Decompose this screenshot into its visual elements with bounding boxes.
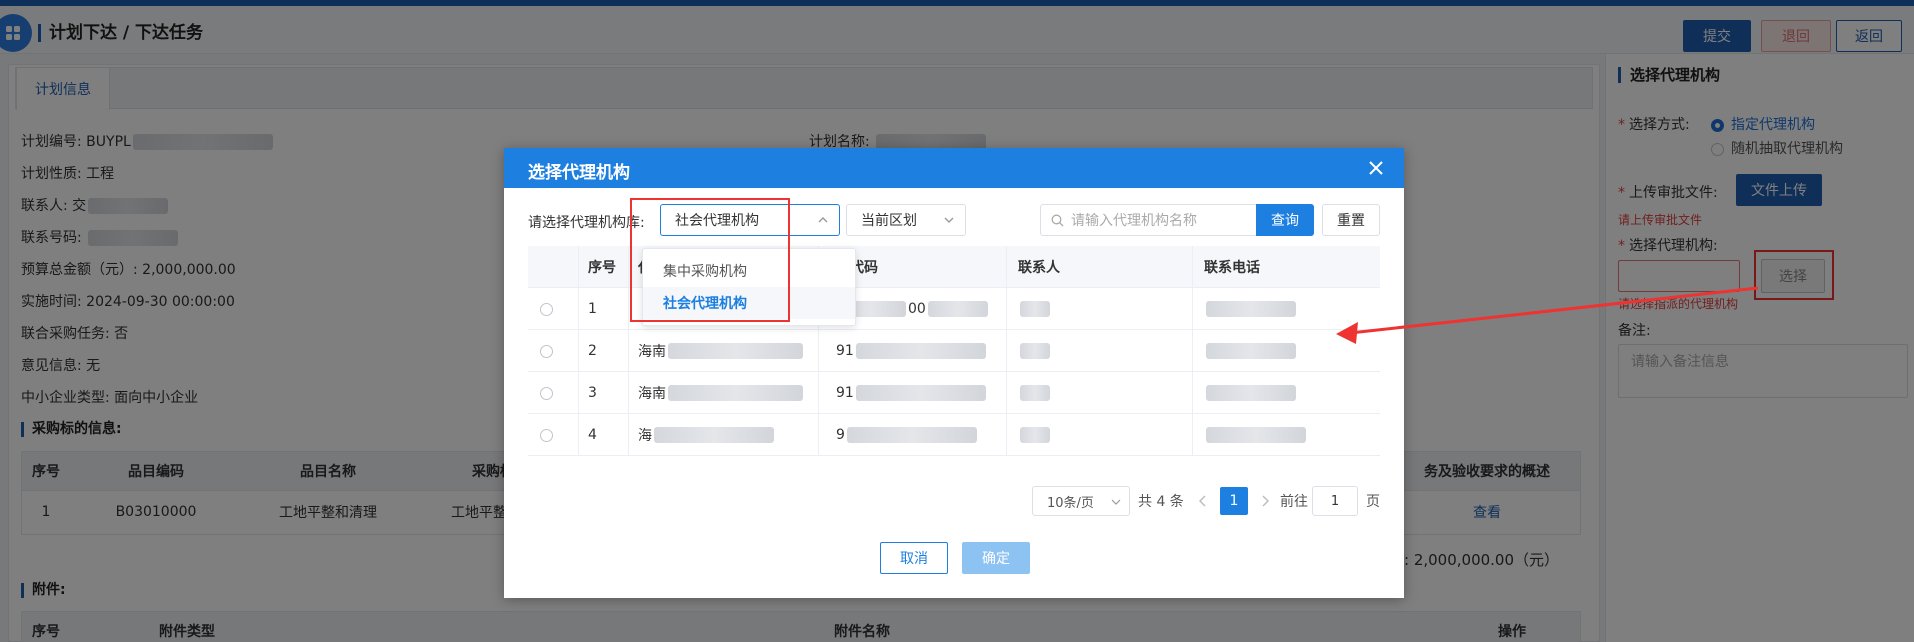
- cancel-button[interactable]: 取消: [880, 542, 948, 574]
- th-no: 序号: [588, 259, 616, 276]
- row-contact: [1018, 288, 1050, 330]
- next-page-icon[interactable]: [1260, 494, 1270, 508]
- row-no: 2: [588, 343, 597, 359]
- dialog-title: 选择代理机构: [528, 163, 630, 183]
- row-phone: [1204, 288, 1296, 330]
- row-phone: [1204, 372, 1296, 414]
- row-radio[interactable]: [540, 330, 553, 372]
- row-credit: 91: [836, 372, 986, 414]
- chevron-down-icon: [1111, 499, 1121, 505]
- region-value: 当前区划: [861, 213, 917, 229]
- row-code: 海南: [638, 330, 803, 372]
- query-button[interactable]: 查询: [1256, 204, 1314, 236]
- column-divider: [1006, 246, 1007, 456]
- radio-icon[interactable]: [540, 344, 553, 358]
- column-divider: [628, 246, 629, 456]
- row-credit-text: 00: [908, 301, 926, 317]
- pager-total: 共 4 条: [1138, 494, 1184, 510]
- annotation-box: [630, 198, 790, 322]
- select-agency-dialog: 选择代理机构 请选择代理机构库: 社会代理机构 当前区划 请输入代理机构名称 查…: [504, 148, 1404, 598]
- row-code-text: 海南: [638, 386, 666, 402]
- redacted-block: [846, 427, 977, 443]
- page-size-value: 10条/页: [1047, 495, 1094, 511]
- row-code-text: 海南: [638, 344, 666, 360]
- th-contact: 联系人: [1018, 259, 1060, 276]
- goto-label: 前往: [1280, 494, 1308, 510]
- row-credit: 00: [836, 288, 988, 330]
- row-credit: 91: [836, 330, 986, 372]
- redacted-block: [927, 301, 988, 317]
- region-select[interactable]: 当前区划: [846, 204, 966, 236]
- row-credit-text: 9: [836, 427, 845, 443]
- row-phone: [1204, 414, 1306, 456]
- page-number-current[interactable]: 1: [1220, 487, 1248, 515]
- table-row[interactable]: 2 海南 91: [528, 330, 1380, 372]
- column-divider: [578, 246, 579, 456]
- row-code-text: 海: [638, 428, 652, 444]
- close-icon[interactable]: [1366, 158, 1386, 178]
- row-no: 4: [588, 427, 597, 443]
- reset-button[interactable]: 重置: [1322, 204, 1380, 236]
- row-credit-text: 91: [836, 385, 854, 401]
- row-credit-text: 91: [836, 343, 854, 359]
- page-size-select[interactable]: 10条/页: [1032, 486, 1130, 516]
- row-phone: [1204, 330, 1296, 372]
- redacted-block: [668, 385, 803, 401]
- redacted-block: [855, 385, 986, 401]
- dialog-header: 选择代理机构: [504, 148, 1404, 188]
- chevron-up-icon: [818, 217, 828, 223]
- redacted-block: [1020, 385, 1050, 401]
- radio-icon[interactable]: [540, 428, 553, 442]
- row-contact: [1018, 330, 1050, 372]
- redacted-block: [1206, 385, 1296, 401]
- row-code: 海南: [638, 372, 803, 414]
- chevron-down-icon: [944, 217, 954, 223]
- row-radio[interactable]: [540, 372, 553, 414]
- row-radio[interactable]: [540, 414, 553, 456]
- row-no: 3: [588, 385, 597, 401]
- redacted-block: [1020, 343, 1050, 359]
- table-row[interactable]: 4 海 9: [528, 414, 1380, 456]
- goto-page-input[interactable]: 1: [1312, 486, 1358, 516]
- redacted-block: [1020, 301, 1050, 317]
- radio-icon[interactable]: [540, 386, 553, 400]
- search-placeholder: 请输入代理机构名称: [1071, 213, 1197, 229]
- redacted-block: [654, 427, 774, 443]
- row-credit: 9: [836, 414, 977, 456]
- agency-lib-label: 请选择代理机构库:: [528, 215, 645, 231]
- row-code: 海: [638, 414, 774, 456]
- row-contact: [1018, 372, 1050, 414]
- redacted-block: [1020, 427, 1050, 443]
- page-suffix: 页: [1366, 494, 1380, 510]
- redacted-block: [1206, 427, 1306, 443]
- redacted-block: [1206, 301, 1296, 317]
- row-contact: [1018, 414, 1050, 456]
- agency-search-input[interactable]: 请输入代理机构名称: [1040, 204, 1256, 236]
- row-no: 1: [588, 301, 597, 317]
- row-radio[interactable]: [540, 288, 553, 330]
- confirm-button[interactable]: 确定: [962, 542, 1030, 574]
- prev-page-icon[interactable]: [1198, 494, 1208, 508]
- redacted-block: [1206, 343, 1296, 359]
- redacted-block: [668, 343, 803, 359]
- th-phone: 联系电话: [1204, 259, 1260, 276]
- redacted-block: [855, 343, 986, 359]
- search-icon: [1051, 214, 1064, 227]
- table-row[interactable]: 3 海南 91: [528, 372, 1380, 414]
- column-divider: [1192, 246, 1193, 456]
- radio-icon[interactable]: [540, 302, 553, 316]
